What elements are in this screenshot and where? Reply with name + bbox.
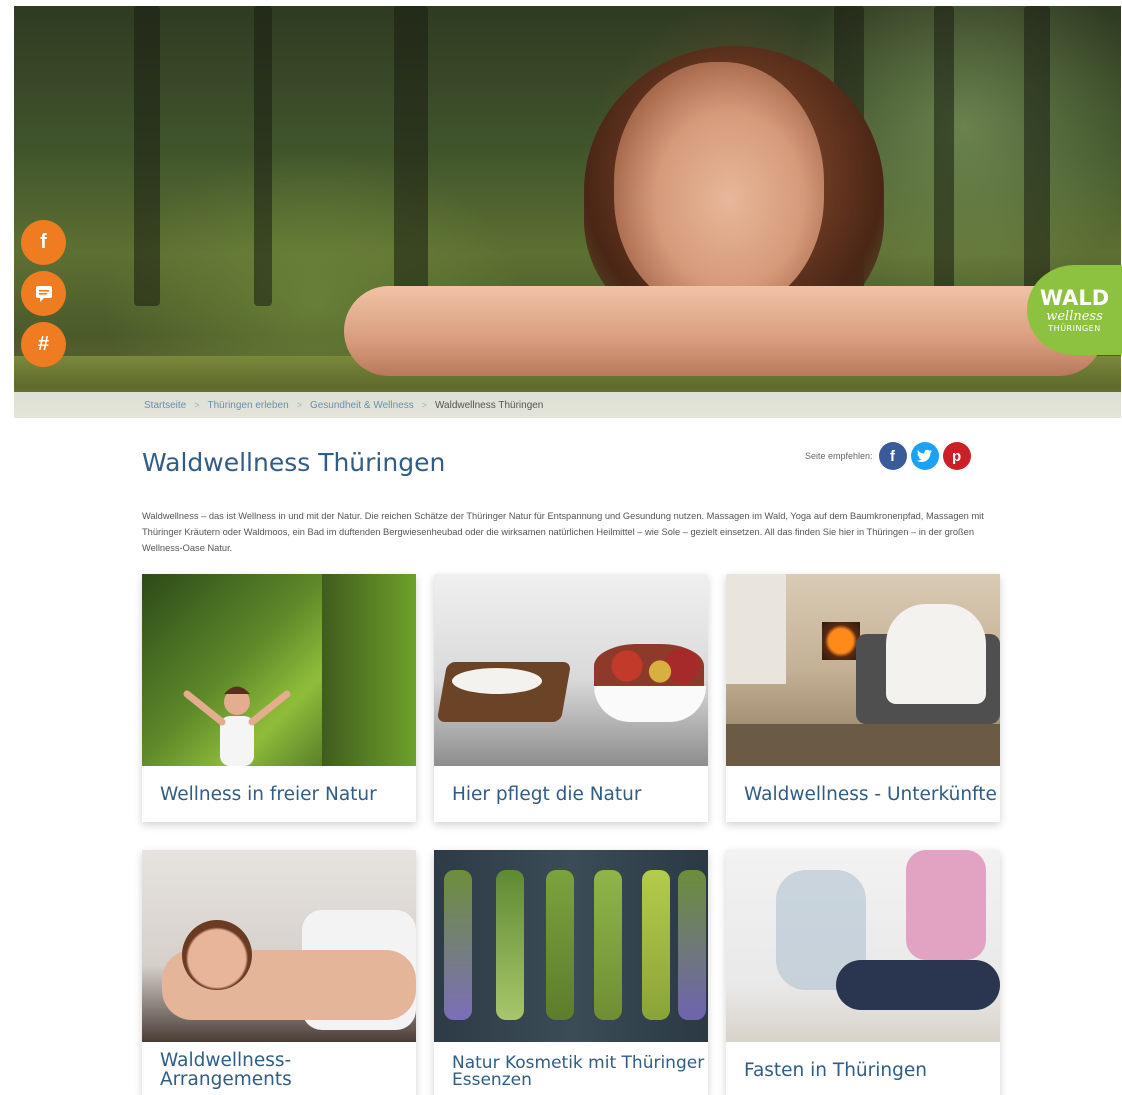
breadcrumb-current: Waldwellness Thüringen [434, 399, 544, 411]
breadcrumb-link-home[interactable]: Startseite [144, 400, 186, 411]
card-title: Fasten in Thüringen [744, 1059, 927, 1081]
card-waldwellness-arrangements[interactable]: Waldwellness-Arrangements [142, 850, 416, 1095]
card-waldwellness-unterkuenfte[interactable]: Waldwellness - Unterkünfte [726, 574, 1000, 822]
twitter-icon [916, 449, 932, 462]
breadcrumb: Startseite > Thüringen erleben > Gesundh… [14, 392, 1121, 418]
woman-face [614, 62, 824, 312]
social-sidebar: f # [21, 220, 66, 367]
badge-line-2: wellness [1046, 308, 1103, 324]
woman-arms [344, 286, 1104, 376]
card-image [142, 850, 416, 1042]
share-twitter-button[interactable] [910, 442, 939, 470]
card-image [726, 850, 1000, 1042]
card-title: Wellness in freier Natur [160, 783, 377, 805]
share-label: Seite empfehlen: [805, 451, 873, 461]
card-image [142, 574, 416, 766]
card-fasten-in-thueringen[interactable]: Fasten in Thüringen [726, 850, 1000, 1095]
card-title: Natur Kosmetik mit Thüringer Essenzen [452, 1053, 705, 1090]
facebook-side-button[interactable]: f [21, 220, 66, 265]
share-bar: Seite empfehlen: f p [805, 442, 971, 470]
card-title: Hier pflegt die Natur [452, 783, 642, 805]
hashtag-icon: # [37, 333, 50, 355]
intro-text: Waldwellness – das ist Wellness in und m… [142, 511, 984, 553]
share-pinterest-button[interactable]: p [942, 442, 971, 470]
badge-line-3: THÜRINGEN [1048, 323, 1101, 333]
page-title: Waldwellness Thüringen [142, 448, 446, 477]
share-facebook-button[interactable]: f [878, 442, 907, 470]
pinterest-icon: p [951, 447, 962, 465]
card-natur-kosmetik[interactable]: Natur Kosmetik mit Thüringer Essenzen [434, 850, 708, 1095]
feedback-icon [35, 285, 52, 302]
hashtag-side-button[interactable]: # [21, 322, 66, 367]
card-image [434, 574, 708, 766]
breadcrumb-separator: > [421, 400, 427, 410]
card-hier-pflegt-die-natur[interactable]: Hier pflegt die Natur [434, 574, 708, 822]
card-title: Waldwellness - Unterkünfte [744, 783, 997, 805]
card-image [434, 850, 708, 1042]
feedback-side-button[interactable] [21, 271, 66, 316]
breadcrumb-separator: > [296, 400, 302, 410]
breadcrumb-separator: > [194, 400, 200, 410]
waldwellness-logo-badge[interactable]: WALD wellness THÜRINGEN [1027, 265, 1122, 355]
card-wellness-freie-natur[interactable]: Wellness in freier Natur [142, 574, 416, 822]
badge-line-1: WALD [1039, 285, 1110, 310]
hero-image [14, 6, 1121, 418]
card-title: Waldwellness-Arrangements [160, 1050, 292, 1090]
facebook-icon: f [40, 231, 47, 253]
breadcrumb-link-gesundheit-wellness[interactable]: Gesundheit & Wellness [310, 400, 414, 411]
card-image [726, 574, 1000, 766]
breadcrumb-link-thueringen-erleben[interactable]: Thüringen erleben [208, 400, 289, 411]
facebook-icon: f [890, 447, 896, 465]
